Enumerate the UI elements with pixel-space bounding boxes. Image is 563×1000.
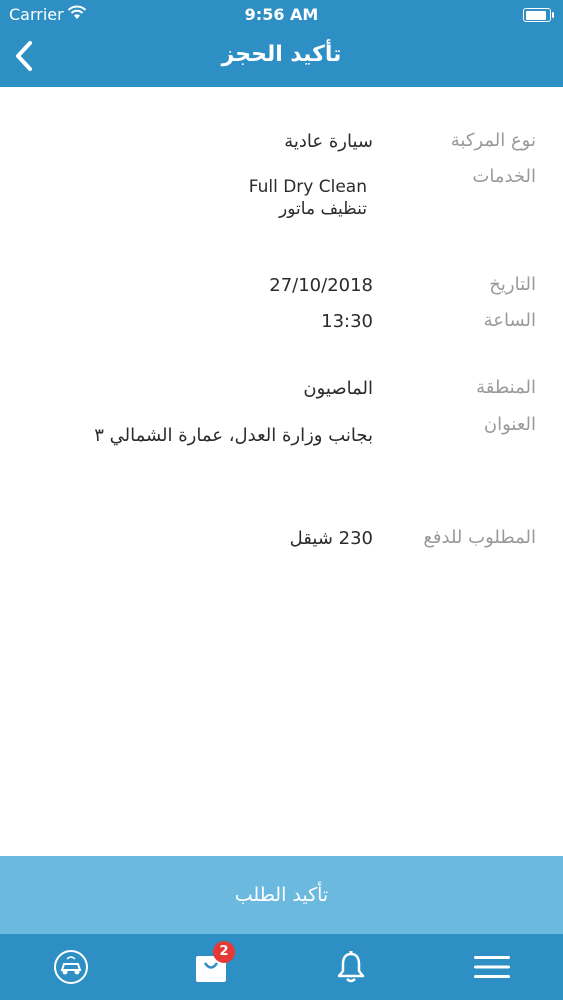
tab-notifications[interactable] bbox=[316, 934, 386, 1000]
tab-bar: 2 bbox=[0, 934, 563, 1000]
header: Carrier 9:56 AM تأكيد الحجز bbox=[0, 0, 563, 87]
service-item: Full Dry Clean bbox=[248, 177, 367, 197]
address-value: بجانب وزارة العدل، عمارة الشمالي ٣ bbox=[94, 425, 373, 446]
bell-icon bbox=[337, 951, 365, 983]
amount-due-label: المطلوب للدفع bbox=[423, 527, 536, 548]
time-label: الساعة bbox=[483, 310, 536, 331]
amount-due-value: 230 شيقل bbox=[289, 528, 373, 549]
services-list: Full Dry Clean تنظيف ماتور bbox=[249, 176, 367, 220]
area-value: الماصيون bbox=[303, 378, 373, 399]
vehicle-type-label: نوع المركبة bbox=[450, 130, 536, 151]
menu-icon bbox=[474, 956, 510, 978]
date-value: 27/10/2018 bbox=[269, 275, 373, 296]
address-label: العنوان bbox=[483, 414, 536, 435]
area-label: المنطقة bbox=[476, 377, 536, 398]
service-item: تنظيف ماتور bbox=[279, 199, 367, 219]
vehicle-type-value: سيارة عادية bbox=[284, 131, 373, 152]
cart-badge: 2 bbox=[213, 941, 235, 963]
tab-cart[interactable]: 2 bbox=[176, 934, 246, 1000]
tab-menu[interactable] bbox=[457, 934, 527, 1000]
page-title: تأكيد الحجز bbox=[221, 42, 342, 67]
status-bar: Carrier 9:56 AM bbox=[0, 0, 563, 30]
status-time: 9:56 AM bbox=[244, 5, 319, 24]
confirm-order-button[interactable]: تأكيد الطلب bbox=[0, 856, 563, 934]
tab-home[interactable] bbox=[36, 934, 106, 1000]
battery-icon bbox=[523, 8, 554, 22]
services-label: الخدمات bbox=[472, 166, 536, 187]
time-value: 13:30 bbox=[321, 311, 373, 332]
car-wash-logo-icon bbox=[54, 950, 88, 984]
date-label: التاريخ bbox=[489, 274, 536, 295]
